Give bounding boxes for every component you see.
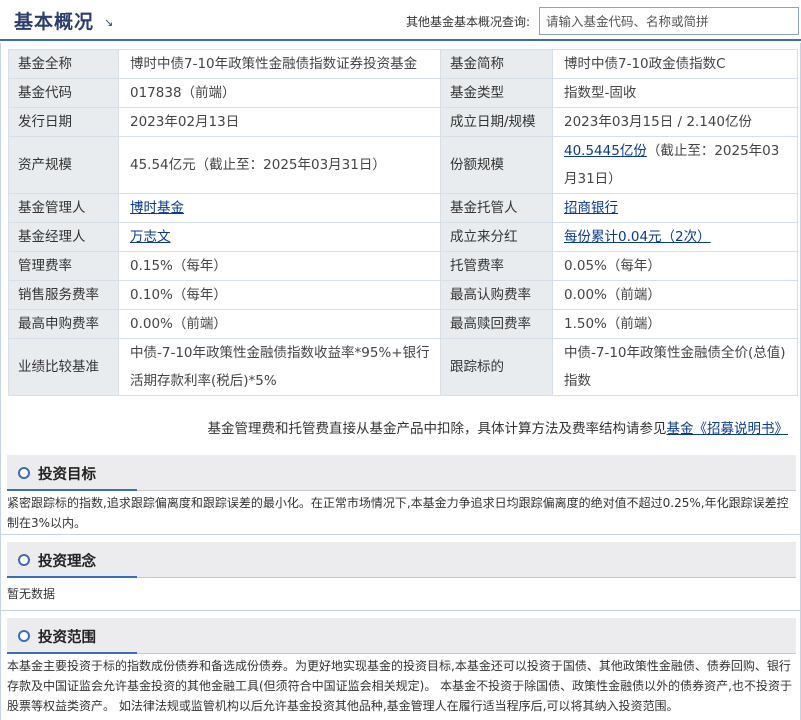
share-size-link[interactable]: 40.5445亿份 [564, 143, 647, 159]
section-investment-scope: 投资范围 本基金主要投资于标的指数成份债券和备选成份债券。为更好地实现基金的投资… [0, 611, 801, 720]
section-header: 投资范围 [7, 618, 796, 654]
table-row: 发行日期 2023年02月13日 成立日期/规模 2023年03月15日 / 2… [8, 107, 798, 137]
circle-bullet-icon [18, 630, 30, 642]
section-underline [7, 489, 137, 491]
field-label-short-name: 基金简称 [440, 49, 553, 79]
arrow-down-right-icon: ↘ [104, 16, 114, 29]
field-value-fund-manager-person: 万志文 [118, 222, 441, 252]
field-label-benchmark: 业绩比较基准 [8, 338, 119, 396]
field-label-tracking-target: 跟踪标的 [440, 338, 553, 396]
field-label-issue-date: 发行日期 [8, 107, 119, 137]
table-row: 基金经理人 万志文 成立来分红 每份累计0.04元（2次） [8, 222, 798, 252]
field-label-fund-manager-person: 基金经理人 [8, 222, 119, 252]
fee-note-text: 基金管理费和托管费直接从基金产品中扣除，具体计算方法及费率结构请参见 [207, 421, 667, 437]
field-value-issue-date: 2023年02月13日 [118, 107, 441, 137]
section-header: 投资理念 [7, 542, 796, 578]
circle-bullet-icon [18, 467, 30, 479]
dividend-link[interactable]: 每份累计0.04元（2次） [564, 229, 711, 245]
section-title: 投资范围 [38, 630, 96, 646]
field-label-inception: 成立日期/规模 [440, 107, 553, 137]
table-row: 基金管理人 博时基金 基金托管人 招商银行 [8, 193, 798, 223]
field-label-asset-size: 资产规模 [8, 136, 119, 194]
fund-info-table: 基金全称 博时中债7-10年政策性金融债指数证券投资基金 基金简称 博时中债7-… [8, 49, 798, 396]
field-value-purchase-fee: 0.00%（前端） [118, 309, 441, 339]
section-investment-objective: 投资目标 紧密跟踪标的指数,追求跟踪偏离度和跟踪误差的最小化。在正常市场情况下,… [0, 448, 801, 535]
field-value-subscription-fee: 0.00%（前端） [552, 280, 798, 310]
field-label-full-name: 基金全称 [8, 49, 119, 79]
field-label-redemption-fee: 最高赎回费率 [440, 309, 553, 339]
table-row: 最高申购费率 0.00%（前端） 最高赎回费率 1.50%（前端） [8, 309, 798, 339]
field-value-sales-fee: 0.10%（每年） [118, 280, 441, 310]
field-label-management-fee: 管理费率 [8, 251, 119, 281]
field-value-asset-size: 45.54亿元（截止至：2025年03月31日） [118, 136, 441, 194]
field-label-purchase-fee: 最高申购费率 [8, 309, 119, 339]
field-value-fund-code: 017838（前端） [118, 78, 441, 108]
table-row: 管理费率 0.15%（每年） 托管费率 0.05%（每年） [8, 251, 798, 281]
field-label-fund-code: 基金代码 [8, 78, 119, 108]
custodian-link[interactable]: 招商银行 [564, 200, 618, 216]
field-label-custodian: 基金托管人 [440, 193, 553, 223]
section-body: 紧密跟踪标的指数,追求跟踪偏离度和跟踪误差的最小化。在正常市场情况下,本基金力争… [7, 496, 789, 530]
table-row: 销售服务费率 0.10%（每年） 最高认购费率 0.00%（前端） [8, 280, 798, 310]
field-value-benchmark: 中债-7-10年政策性金融债指数收益率*95%+银行活期存款利率(税后)*5% [118, 338, 441, 396]
section-underline [7, 576, 137, 578]
search-label: 其他基金基本概况查询: [406, 15, 531, 29]
fund-search-input[interactable] [539, 7, 799, 35]
page-header: 基本概况 ↘ 其他基金基本概况查询: [0, 0, 801, 41]
table-row: 资产规模 45.54亿元（截止至：2025年03月31日） 份额规模 40.54… [8, 136, 798, 194]
fund-info-panel: 基金全称 博时中债7-10年政策性金融债指数证券投资基金 基金简称 博时中债7-… [0, 43, 801, 448]
field-label-fund-type: 基金类型 [440, 78, 553, 108]
section-body: 本基金主要投资于标的指数成份债券和备选成份债券。为更好地实现基金的投资目标,本基… [7, 659, 792, 713]
fee-note: 基金管理费和托管费直接从基金产品中扣除，具体计算方法及费率结构请参见基金《招募说… [208, 417, 789, 437]
field-label-custody-fee: 托管费率 [440, 251, 553, 281]
field-label-dividend: 成立来分红 [440, 222, 553, 252]
table-row: 业绩比较基准 中债-7-10年政策性金融债指数收益率*95%+银行活期存款利率(… [8, 338, 798, 396]
field-value-full-name: 博时中债7-10年政策性金融债指数证券投资基金 [118, 49, 441, 79]
field-label-share-size: 份额规模 [440, 136, 553, 194]
field-value-redemption-fee: 1.50%（前端） [552, 309, 798, 339]
field-value-share-size: 40.5445亿份（截止至：2025年03月31日） [552, 136, 798, 194]
section-underline [7, 652, 137, 654]
manager-person-link[interactable]: 万志文 [130, 229, 171, 245]
field-value-management-fee: 0.15%（每年） [118, 251, 441, 281]
field-value-short-name: 博时中债7-10政金债指数C [552, 49, 798, 79]
table-row: 基金代码 017838（前端） 基金类型 指数型-固收 [8, 78, 798, 108]
prospectus-link[interactable]: 基金《招募说明书》 [667, 421, 789, 437]
field-label-sales-fee: 销售服务费率 [8, 280, 119, 310]
section-title: 投资目标 [38, 467, 96, 483]
field-value-custody-fee: 0.05%（每年） [552, 251, 798, 281]
section-body: 暂无数据 [7, 587, 56, 601]
circle-bullet-icon [18, 554, 30, 566]
field-value-inception: 2023年03月15日 / 2.140亿份 [552, 107, 798, 137]
field-value-fund-type: 指数型-固收 [552, 78, 798, 108]
section-title: 投资理念 [38, 554, 96, 570]
field-value-dividend: 每份累计0.04元（2次） [552, 222, 798, 252]
fund-manager-link[interactable]: 博时基金 [130, 200, 184, 216]
field-label-manager: 基金管理人 [8, 193, 119, 223]
field-value-manager: 博时基金 [118, 193, 441, 223]
field-label-subscription-fee: 最高认购费率 [440, 280, 553, 310]
field-value-custodian: 招商银行 [552, 193, 798, 223]
page-title: 基本概况 [14, 11, 95, 33]
section-investment-philosophy: 投资理念 暂无数据 [0, 535, 801, 611]
field-value-tracking-target: 中债-7-10年政策性金融债全价(总值)指数 [552, 338, 798, 396]
table-row: 基金全称 博时中债7-10年政策性金融债指数证券投资基金 基金简称 博时中债7-… [8, 49, 798, 79]
section-header: 投资目标 [7, 455, 796, 491]
